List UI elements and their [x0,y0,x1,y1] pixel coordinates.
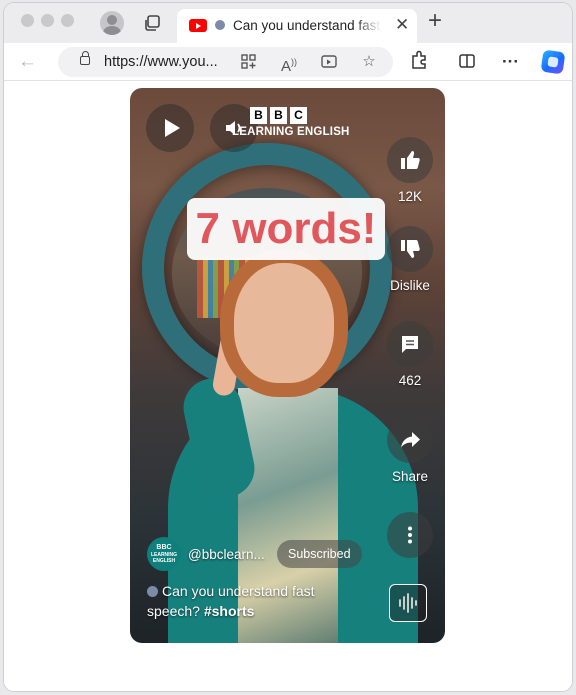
speech-emoji-icon [215,20,225,30]
shorts-video-player[interactable]: 7 words! BBC LEARNING ENGLISH 12K Dislik… [130,88,445,643]
more-vertical-icon [408,526,412,544]
favorite-star-icon[interactable]: ☆ [360,53,378,71]
comment-count: 462 [398,373,422,388]
play-button[interactable] [146,104,194,152]
sound-button[interactable] [389,584,427,622]
audio-waveform-icon [399,593,417,613]
youtube-icon [189,19,207,32]
comment-icon [402,336,418,353]
dislike-label: Dislike [390,278,430,293]
bbc-letter: B [270,107,287,124]
url-text[interactable]: https://www.you... [104,54,218,70]
avatar-text: BBC [156,544,172,551]
toolbar: ← https://www.you... A)) ☆ ··· [4,43,572,81]
share-button[interactable] [387,417,433,463]
caption-overlay-text: 7 words! [195,204,377,253]
active-tab[interactable]: Can you understand fast speech? #shorts … [177,9,417,43]
video-description[interactable]: Can you understand fast speech? #shorts [147,581,347,621]
split-screen-icon[interactable] [458,52,476,70]
tab-actions-icon[interactable] [143,13,163,33]
share-icon [401,432,420,448]
like-count: 12K [397,189,423,204]
url-host: www.you... [147,54,218,70]
tab-title: Can you understand fast speech? #shorts [233,18,381,33]
thumbs-down-icon [401,240,420,258]
copilot-icon[interactable] [540,49,566,75]
dislike-button[interactable] [387,226,433,272]
speech-emoji-icon [147,586,158,597]
new-tab-button[interactable]: + [428,7,442,35]
url-scheme: https:// [104,54,148,70]
hashtag-link[interactable]: #shorts [204,603,255,619]
app-available-icon[interactable] [240,53,258,71]
bbc-letter: C [290,107,307,124]
back-button[interactable]: ← [18,51,37,73]
bbc-letter: B [250,107,267,124]
minimize-window-button[interactable] [41,14,54,27]
comments-button[interactable] [387,321,433,367]
browser-window: Can you understand fast speech? #shorts … [4,3,572,691]
brand-subtitle: LEARNING ENGLISH [232,126,350,138]
video-mode-icon[interactable] [320,53,338,71]
bbc-learning-english-logo: BBC LEARNING ENGLISH [232,106,349,138]
thumbs-up-icon [401,151,420,169]
more-options-icon[interactable]: ··· [502,52,519,72]
share-label: Share [391,469,429,484]
channel-name-link[interactable]: @bbclearn... [188,547,265,562]
presenter-head [234,263,334,383]
play-icon [165,119,180,137]
avatar-text: ENGLISH [152,558,176,564]
profile-avatar[interactable] [100,11,124,35]
more-actions-button[interactable] [387,512,433,558]
like-button[interactable] [387,137,433,183]
close-window-button[interactable] [21,14,34,27]
page-content: 7 words! BBC LEARNING ENGLISH 12K Dislik… [4,82,572,691]
tab-bar: Can you understand fast speech? #shorts … [4,3,572,43]
maximize-window-button[interactable] [61,14,74,27]
lock-icon[interactable] [80,51,90,65]
channel-avatar[interactable]: BBC LEARNING ENGLISH [147,537,181,571]
close-tab-button[interactable]: ✕ [395,16,409,34]
read-aloud-icon[interactable]: A)) [280,53,298,75]
address-bar[interactable]: https://www.you... A)) ☆ [58,47,393,77]
subscribed-button[interactable]: Subscribed [277,540,362,568]
extensions-icon[interactable] [410,50,428,70]
caption-overlay: 7 words! [187,198,385,260]
